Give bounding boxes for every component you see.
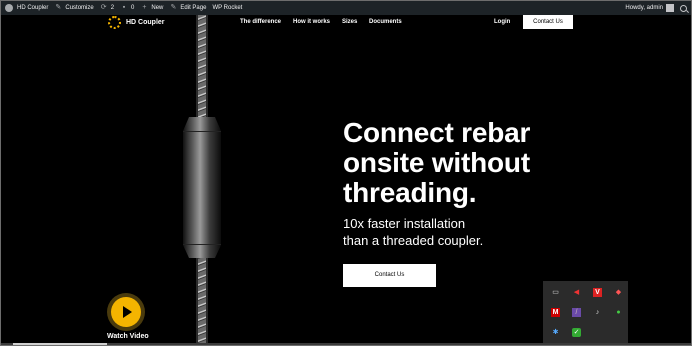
wordpress-icon[interactable] (5, 4, 13, 12)
nav-item-sizes[interactable]: Sizes (342, 19, 357, 25)
login-link[interactable]: Login (494, 19, 510, 25)
hero-subheading: 10x faster installation than a threaded … (343, 215, 483, 249)
security-check-icon[interactable]: ✓ (572, 328, 581, 337)
admin-edit-page-link[interactable]: ✎ Edit Page (169, 1, 206, 15)
updates-icon: ⟳ (100, 4, 107, 11)
nav-item-how-it-works[interactable]: How it works (293, 19, 330, 25)
admin-new-label[interactable]: New (151, 5, 163, 11)
search-icon[interactable] (680, 4, 687, 12)
avatar[interactable] (666, 4, 674, 12)
antivirus-v-icon[interactable]: V (593, 288, 602, 297)
headline-line: threading. (343, 177, 477, 208)
system-tray-popup: ▭ ◀ V ◆ M / ♪ ● ✱ ✓ (543, 281, 628, 344)
header-contact-button[interactable]: Contact Us (523, 15, 573, 29)
coupler-sleeve-image (183, 117, 221, 258)
watch-video-button[interactable] (107, 293, 145, 331)
admin-edit-page-label[interactable]: Edit Page (180, 5, 206, 11)
admin-bar: HD Coupler ✎ Customize ⟳ 2 ▪ 0 + New ✎ E… (1, 1, 691, 15)
subheading-line: than a threaded coupler. (343, 233, 484, 248)
mcafee-icon[interactable]: M (551, 308, 560, 317)
volume-icon[interactable]: ♪ (593, 308, 602, 317)
headline-line: onsite without (343, 147, 530, 178)
plus-icon: + (142, 4, 147, 11)
shield-icon[interactable]: ◆ (614, 288, 623, 297)
admin-comments-link[interactable]: ▪ 0 (120, 1, 135, 15)
bluetooth-icon[interactable]: ✱ (551, 328, 560, 337)
admin-site-link[interactable]: HD Coupler (5, 1, 48, 15)
subheading-line: 10x faster installation (343, 216, 466, 231)
nav-item-documents[interactable]: Documents (369, 19, 402, 25)
hero-contact-button[interactable]: Contact Us (343, 264, 436, 287)
admin-wp-rocket-link[interactable]: WP Rocket (212, 1, 242, 15)
network-icon[interactable]: ▭ (551, 288, 560, 297)
headline-line: Connect rebar (343, 117, 531, 148)
brush-icon: ✎ (55, 4, 62, 11)
admin-new-link[interactable]: + New (140, 1, 163, 15)
logo-text: HD Coupler (126, 19, 165, 26)
site-logo[interactable]: HD Coupler (108, 15, 165, 30)
arrow-icon[interactable]: ◀ (572, 288, 581, 297)
admin-customize-link[interactable]: ✎ Customize (54, 1, 93, 15)
logo-ring-icon (108, 16, 121, 29)
comment-icon: ▪ (122, 4, 126, 11)
play-icon (123, 306, 132, 318)
admin-updates-count[interactable]: 2 (111, 5, 114, 11)
admin-site-name[interactable]: HD Coupler (17, 5, 48, 11)
pencil-icon: ✎ (170, 4, 177, 11)
bottom-strip (1, 343, 691, 345)
admin-howdy[interactable]: Howdy, admin (625, 5, 663, 11)
scroll-indicator (13, 343, 107, 345)
watch-video-label[interactable]: Watch Video (107, 333, 149, 340)
nav-item-the-difference[interactable]: The difference (240, 19, 281, 25)
admin-comments-count[interactable]: 0 (131, 5, 134, 11)
admin-updates-link[interactable]: ⟳ 2 (100, 1, 114, 15)
admin-customize-label[interactable]: Customize (65, 5, 93, 11)
vpn-icon[interactable]: ● (614, 308, 623, 317)
feather-icon[interactable]: / (572, 308, 581, 317)
play-button[interactable] (111, 297, 141, 327)
hero-headline: Connect rebar onsite without threading. (343, 118, 530, 208)
admin-wp-rocket-label[interactable]: WP Rocket (212, 5, 242, 11)
